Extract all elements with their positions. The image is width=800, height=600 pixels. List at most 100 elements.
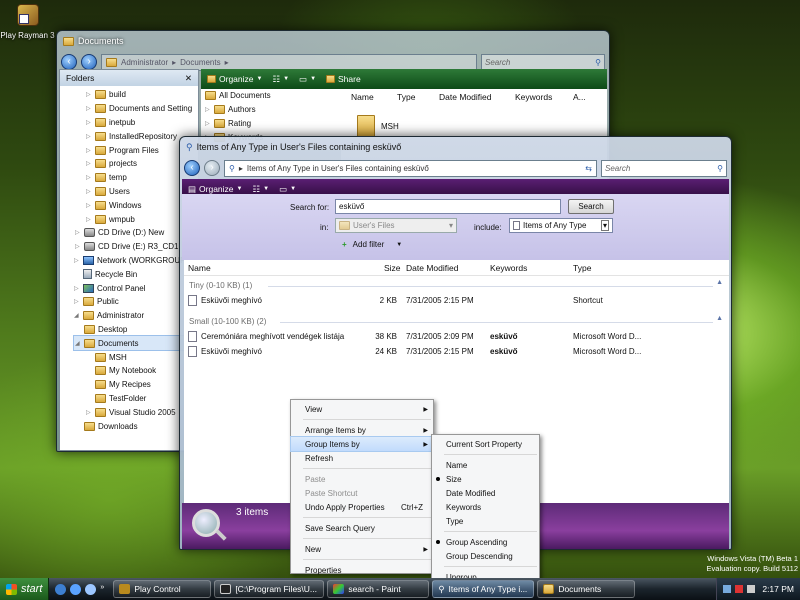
- submenu-item-current-sort[interactable]: Current Sort Property: [432, 437, 539, 451]
- collapse-icon[interactable]: ◢: [75, 340, 81, 347]
- organize-button[interactable]: ▤ Organize ▼: [188, 184, 242, 195]
- views-button[interactable]: ☷ ▼: [252, 184, 269, 195]
- search-window-titlebar[interactable]: ⚲ Items of Any Type in User's Files cont…: [180, 137, 731, 157]
- menu-item-paste-shortcut[interactable]: Paste Shortcut: [291, 486, 433, 500]
- expand-icon[interactable]: ▷: [86, 91, 92, 98]
- submenu-item-name[interactable]: Name: [432, 458, 539, 472]
- ie-icon[interactable]: [55, 583, 67, 595]
- folder-tree-item[interactable]: ▷ Documents and Setting: [74, 102, 198, 116]
- expand-icon[interactable]: ▷: [86, 119, 92, 126]
- expand-icon[interactable]: ▷: [75, 243, 81, 250]
- column-header-type[interactable]: Type: [573, 263, 591, 273]
- file-row[interactable]: Ceremóniára meghívott vendégek listája 38…: [184, 329, 729, 344]
- start-button[interactable]: start: [0, 578, 50, 600]
- layout-button[interactable]: ▭ ▼: [279, 184, 296, 195]
- menu-item-group[interactable]: Group Items by ▶: [290, 436, 434, 452]
- network-icon[interactable]: [723, 585, 732, 593]
- layout-button[interactable]: ▭ ▼: [299, 74, 316, 85]
- column-header-keywords[interactable]: Keywords: [515, 92, 552, 102]
- breadcrumb-item[interactable]: Items of Any Type in User's Files contai…: [247, 164, 429, 173]
- task-button[interactable]: search - Paint: [327, 580, 430, 598]
- back-button[interactable]: ‹: [184, 160, 200, 176]
- forward-button[interactable]: ›: [204, 160, 220, 176]
- column-header-size[interactable]: Size: [384, 263, 401, 273]
- expand-icon[interactable]: ▷: [86, 160, 92, 167]
- expand-icon[interactable]: ▷: [75, 229, 81, 236]
- menu-item-undo[interactable]: Undo Apply Properties Ctrl+Z: [291, 500, 433, 514]
- shield-icon[interactable]: [735, 585, 744, 593]
- column-header-authors[interactable]: A...: [573, 92, 586, 102]
- expand-icon[interactable]: ▷: [86, 409, 92, 416]
- folder-item-msh[interactable]: MSH: [357, 115, 399, 137]
- chevron-right-icon[interactable]: »: [100, 584, 104, 595]
- column-header-type[interactable]: Type: [397, 92, 415, 102]
- expand-icon[interactable]: ▷: [74, 257, 80, 264]
- clock[interactable]: 2:17 PM: [762, 584, 794, 594]
- breadcrumb[interactable]: ⚲ ▸ Items of Any Type in User's Files co…: [224, 159, 597, 177]
- location-select[interactable]: User's Files ▾: [335, 218, 457, 233]
- menu-item-properties[interactable]: Properties: [291, 563, 433, 577]
- expand-icon[interactable]: ▷: [86, 188, 92, 195]
- expand-icon[interactable]: ▷: [74, 285, 80, 292]
- menu-item-arrange[interactable]: Arrange Items by ▶: [291, 423, 433, 437]
- close-icon[interactable]: ✕: [185, 73, 192, 84]
- refresh-icon[interactable]: ⇆: [585, 164, 592, 173]
- column-header-date[interactable]: Date Modified: [439, 92, 491, 102]
- expand-icon[interactable]: ▷: [205, 120, 211, 127]
- breadcrumb-item[interactable]: Administrator: [121, 58, 168, 67]
- menu-item-save-search[interactable]: Save Search Query: [291, 521, 433, 535]
- expand-icon[interactable]: ▷: [86, 105, 92, 112]
- documents-window-titlebar[interactable]: Documents: [57, 31, 609, 51]
- back-button[interactable]: ‹: [61, 54, 77, 70]
- task-button[interactable]: ⚲ Items of Any Type i...: [432, 580, 535, 598]
- nav-item-all-documents[interactable]: All Documents: [201, 89, 341, 103]
- menu-item-refresh[interactable]: Refresh: [291, 451, 433, 465]
- volume-icon[interactable]: [747, 585, 756, 593]
- breadcrumb-item[interactable]: Documents: [180, 58, 220, 67]
- task-button[interactable]: Documents: [537, 580, 636, 598]
- expand-icon[interactable]: ▷: [86, 216, 92, 223]
- column-header-name[interactable]: Name: [188, 263, 211, 273]
- views-button[interactable]: ☷ ▼: [272, 74, 289, 85]
- browser-icon[interactable]: [70, 583, 82, 595]
- expand-icon[interactable]: ▷: [205, 106, 211, 113]
- search-for-field[interactable]: esküvő: [335, 199, 561, 214]
- expand-icon[interactable]: ▷: [86, 202, 92, 209]
- search-icon[interactable]: [85, 583, 97, 595]
- menu-item-paste[interactable]: Paste: [291, 472, 433, 486]
- search-button[interactable]: Search: [568, 199, 614, 214]
- file-row[interactable]: Esküvői meghívó 24 KB 7/31/2005 2:15 PM esk…: [184, 344, 729, 359]
- organize-button[interactable]: Organize ▼: [207, 74, 262, 84]
- expand-icon[interactable]: ▷: [86, 174, 92, 181]
- submenu-item-date[interactable]: Date Modified: [432, 486, 539, 500]
- folder-tree-item[interactable]: ▷ inetpub: [74, 116, 198, 130]
- nav-item-authors[interactable]: ▷ Authors: [201, 103, 341, 117]
- add-filter-button[interactable]: + Add filter ▼: [342, 240, 402, 249]
- task-button[interactable]: [C:\Program Files\U...: [214, 580, 325, 598]
- group-header[interactable]: Tiny (0-10 KB) (1) ▲: [184, 278, 729, 293]
- collapse-icon[interactable]: ◢: [74, 312, 80, 319]
- menu-item-new[interactable]: New ▶: [291, 542, 433, 556]
- file-row[interactable]: Esküvői meghívó 2 KB 7/31/2005 2:15 PM Shor…: [184, 293, 729, 308]
- expand-icon[interactable]: ▷: [86, 147, 92, 154]
- desktop-icon-play-rayman[interactable]: Play Rayman 3: [0, 2, 55, 41]
- submenu-item-ascending[interactable]: Group Ascending: [432, 535, 539, 549]
- include-select[interactable]: Items of Any Type ▾: [509, 218, 613, 233]
- forward-button[interactable]: ›: [81, 54, 97, 70]
- breadcrumb[interactable]: Administrator ▸ Documents ▸: [101, 53, 477, 71]
- nav-item-rating[interactable]: ▷ Rating: [201, 117, 341, 131]
- search-input[interactable]: Search ⚲: [601, 159, 727, 177]
- column-header-date[interactable]: Date Modified: [406, 263, 458, 273]
- expand-icon[interactable]: ▷: [86, 133, 92, 140]
- column-header-keywords[interactable]: Keywords: [490, 263, 527, 273]
- submenu-item-descending[interactable]: Group Descending: [432, 549, 539, 563]
- collapse-icon[interactable]: ▲: [716, 279, 723, 286]
- folder-tree-item[interactable]: ▷ build: [74, 88, 198, 102]
- share-button[interactable]: Share: [326, 74, 361, 84]
- submenu-item-keywords[interactable]: Keywords: [432, 500, 539, 514]
- submenu-item-type[interactable]: Type: [432, 514, 539, 528]
- menu-item-view[interactable]: View ▶: [291, 402, 433, 416]
- group-header[interactable]: Small (10-100 KB) (2) ▲: [184, 314, 729, 329]
- column-header-name[interactable]: Name: [351, 92, 374, 102]
- expand-icon[interactable]: ▷: [74, 298, 80, 305]
